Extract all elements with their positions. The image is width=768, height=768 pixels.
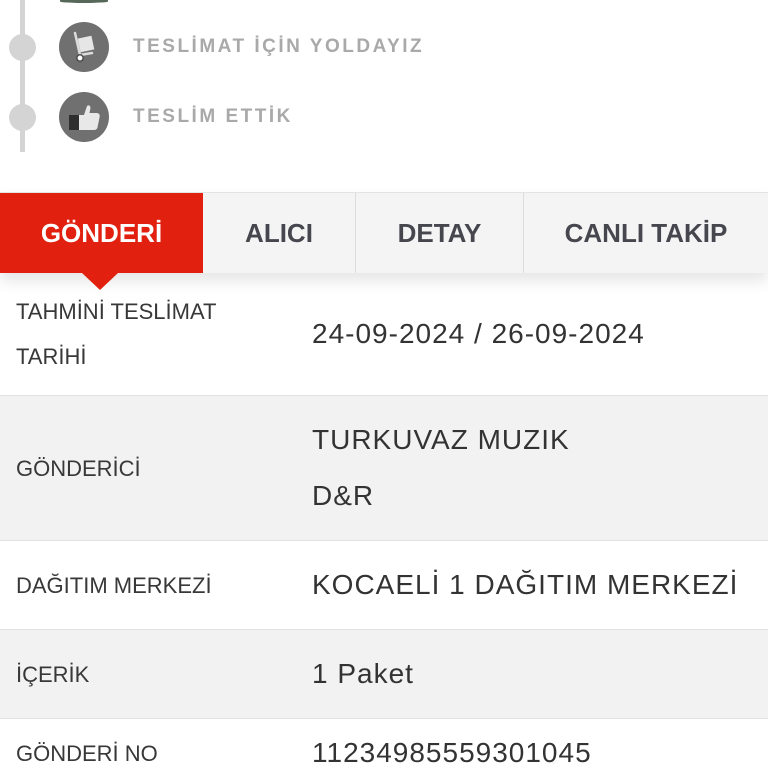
detail-value: 11234985559301045 <box>312 737 592 768</box>
timeline-dot <box>9 34 36 61</box>
detail-value: 1 Paket <box>312 658 414 689</box>
previous-step-icon <box>60 0 108 3</box>
detail-label: İÇERİK <box>16 661 90 687</box>
detail-value: 24-09-2024 / 26-09-2024 <box>312 318 645 349</box>
tab-shipment[interactable]: GÖNDERİ <box>0 193 203 273</box>
detail-label: DAĞITIM MERKEZİ <box>16 572 212 598</box>
detail-row-distribution-center: DAĞITIM MERKEZİ KOCAELİ 1 DAĞITIM MERKEZ… <box>0 541 768 630</box>
hand-truck-icon <box>59 22 109 72</box>
detail-label: GÖNDERİCİ <box>16 455 141 481</box>
detail-values: KOCAELİ 1 DAĞITIM MERKEZİ <box>312 557 762 613</box>
timeline-dot <box>9 104 36 131</box>
detail-row-sender: GÖNDERİCİ TURKUVAZ MUZIK D&R <box>0 396 768 541</box>
tab-live-tracking[interactable]: CANLI TAKİP <box>523 193 768 273</box>
active-tab-pointer <box>82 273 118 290</box>
shipment-details-table: TAHMİNİ TESLİMAT TARİHİ 24-09-2024 / 26-… <box>0 273 768 768</box>
detail-label: TAHMİNİ TESLİMAT TARİHİ <box>16 299 217 369</box>
detail-row-content: İÇERİK 1 Paket <box>0 630 768 719</box>
timeline-step-label: TESLİMAT İÇİN YOLDAYIZ <box>133 36 425 57</box>
detail-values: 24-09-2024 / 26-09-2024 <box>312 306 762 362</box>
detail-label: GÖNDERİ NO <box>16 741 158 766</box>
detail-row-estimated-delivery: TAHMİNİ TESLİMAT TARİHİ 24-09-2024 / 26-… <box>0 273 768 396</box>
thumbs-up-icon <box>59 92 109 142</box>
detail-row-shipment-number: GÖNDERİ NO 11234985559301045 <box>0 719 768 768</box>
timeline-step-label: TESLİM ETTİK <box>133 106 293 127</box>
tab-bar: GÖNDERİ ALICI DETAY CANLI TAKİP <box>0 192 768 273</box>
tab-recipient[interactable]: ALICI <box>203 193 355 273</box>
detail-values: 11234985559301045 <box>312 719 762 768</box>
detail-value: D&R <box>312 480 375 511</box>
detail-values: TURKUVAZ MUZIK D&R <box>312 412 762 524</box>
detail-values: 1 Paket <box>312 646 762 702</box>
detail-value: TURKUVAZ MUZIK <box>312 424 570 455</box>
tab-detail[interactable]: DETAY <box>355 193 523 273</box>
detail-value: KOCAELİ 1 DAĞITIM MERKEZİ <box>312 569 739 600</box>
